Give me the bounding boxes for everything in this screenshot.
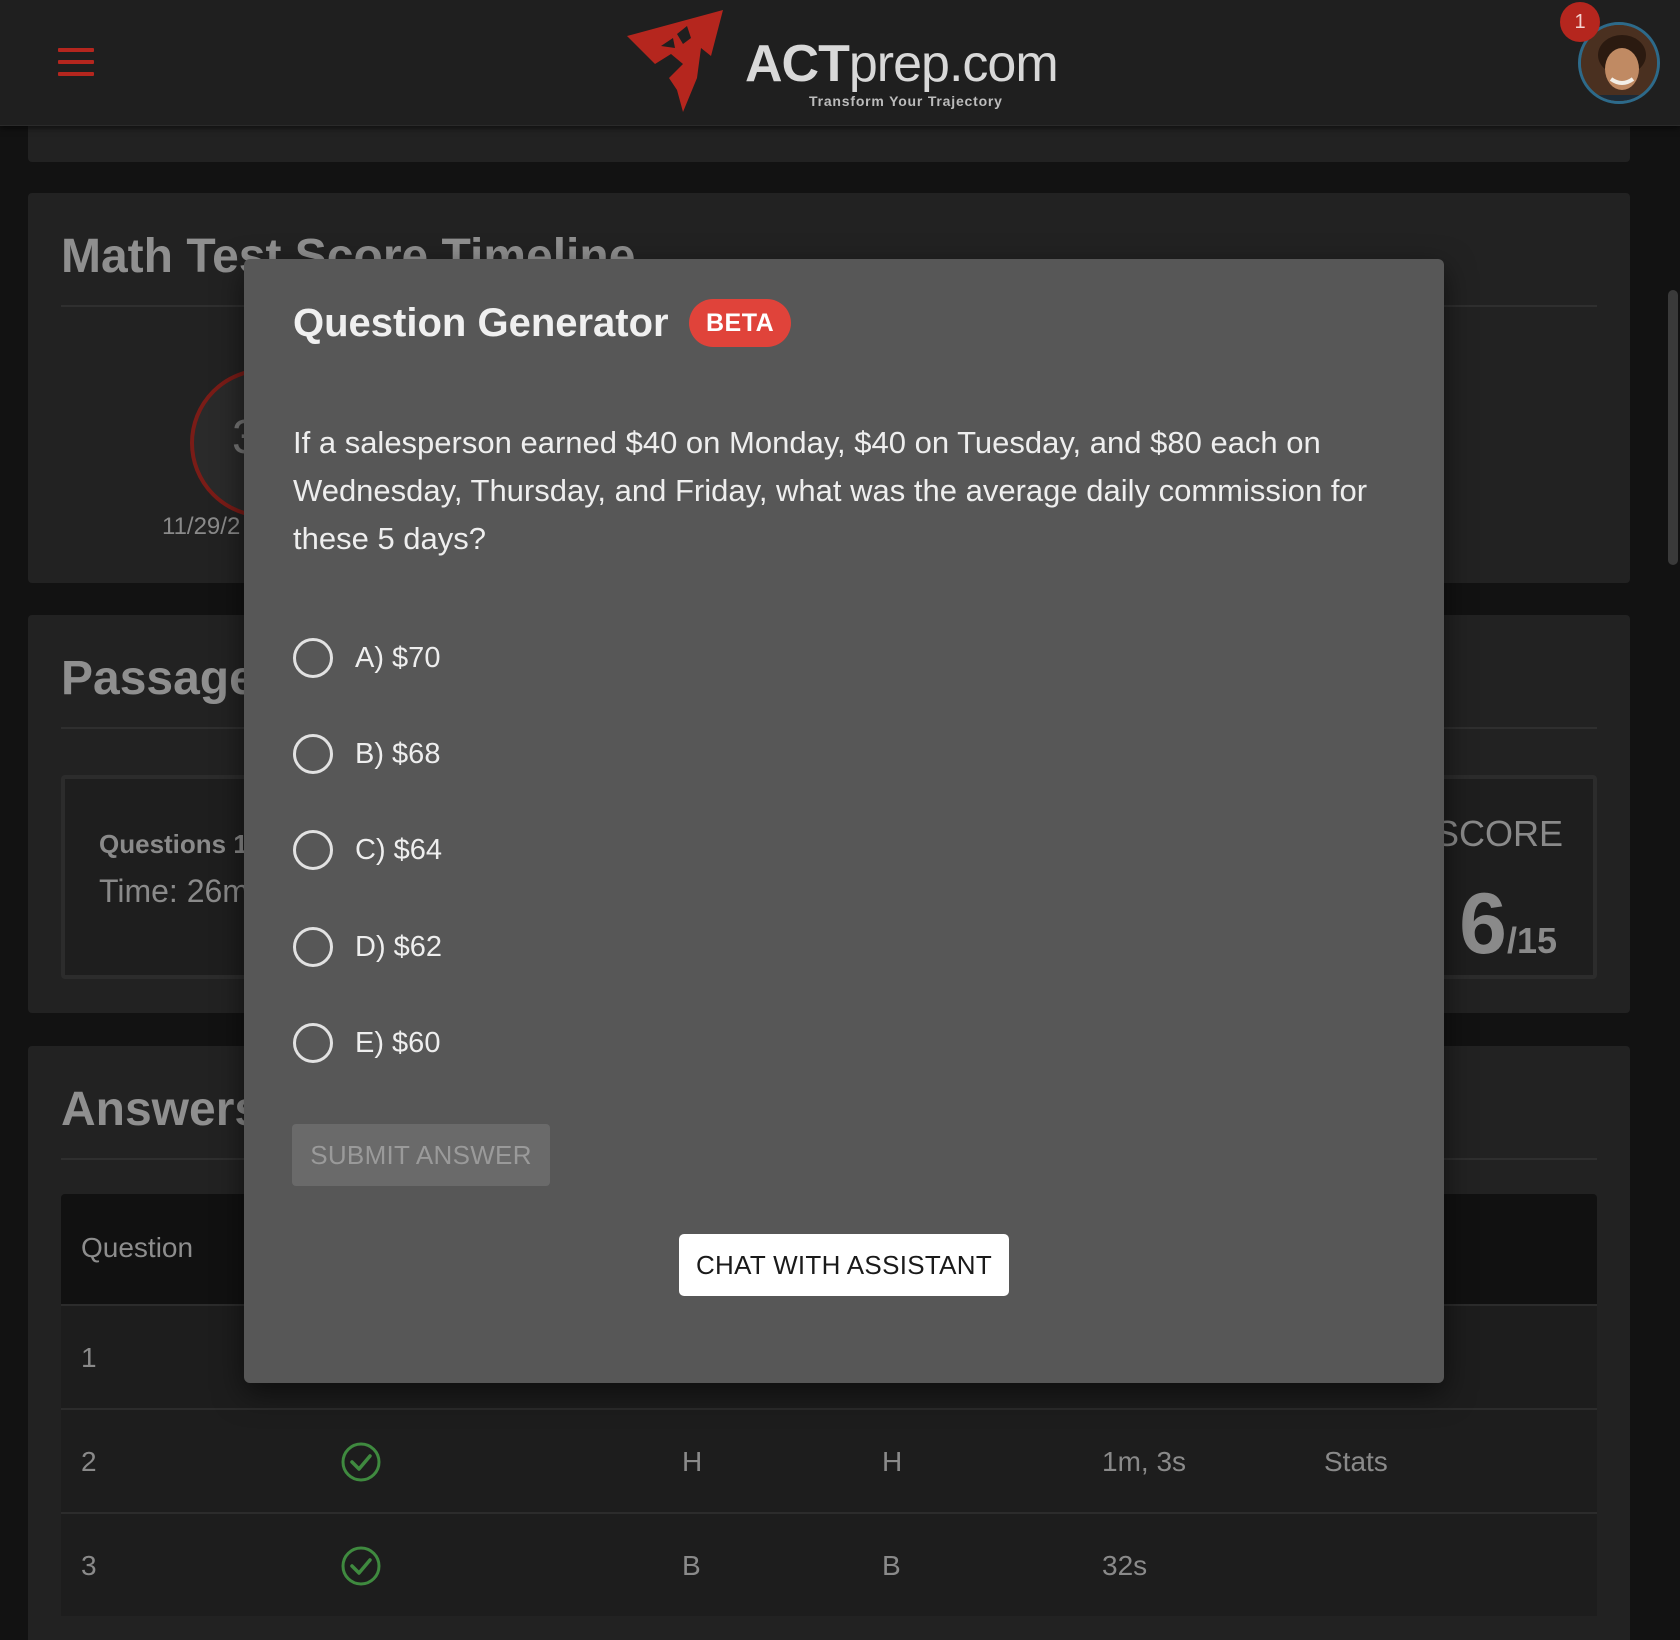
answer-option-d[interactable]: D) $62 — [293, 923, 693, 971]
radio-button[interactable] — [293, 734, 333, 774]
brand-tagline: Transform Your Trajectory — [809, 93, 1003, 109]
option-label: C) $64 — [355, 833, 443, 866]
question-generator-modal: Question Generator BETA If a salesperson… — [244, 259, 1444, 1383]
top-navigation-bar: ACTprep.com Transform Your Trajectory — [0, 0, 1680, 126]
chat-with-assistant-button[interactable]: CHAT WITH ASSISTANT — [679, 1234, 1009, 1296]
radio-button[interactable] — [293, 830, 333, 870]
radio-button[interactable] — [293, 927, 333, 967]
radio-button[interactable] — [293, 1023, 333, 1063]
question-text: If a salesperson earned $40 on Monday, $… — [293, 425, 1368, 556]
answer-option-a[interactable]: A) $70 — [293, 634, 693, 682]
answer-option-b[interactable]: B) $68 — [293, 730, 693, 778]
eagle-logo-icon — [627, 10, 723, 112]
option-label: E) $60 — [355, 1026, 441, 1059]
option-label: D) $62 — [355, 930, 443, 963]
option-label: B) $68 — [355, 737, 441, 770]
brand-wordmark: ACTprep.com — [745, 35, 1059, 93]
answer-option-c[interactable]: C) $64 — [293, 826, 693, 874]
brand-logo[interactable]: ACTprep.com Transform Your Trajectory — [625, 8, 1065, 116]
beta-badge: BETA — [689, 299, 792, 347]
hamburger-menu-icon[interactable] — [58, 48, 94, 76]
submit-answer-button[interactable]: SUBMIT ANSWER — [292, 1124, 550, 1186]
option-label: A) $70 — [355, 641, 441, 674]
answer-option-e[interactable]: E) $60 — [293, 1019, 693, 1067]
notification-badge[interactable]: 1 — [1560, 2, 1600, 42]
radio-button[interactable] — [293, 638, 333, 678]
modal-title: Question Generator — [293, 301, 669, 345]
